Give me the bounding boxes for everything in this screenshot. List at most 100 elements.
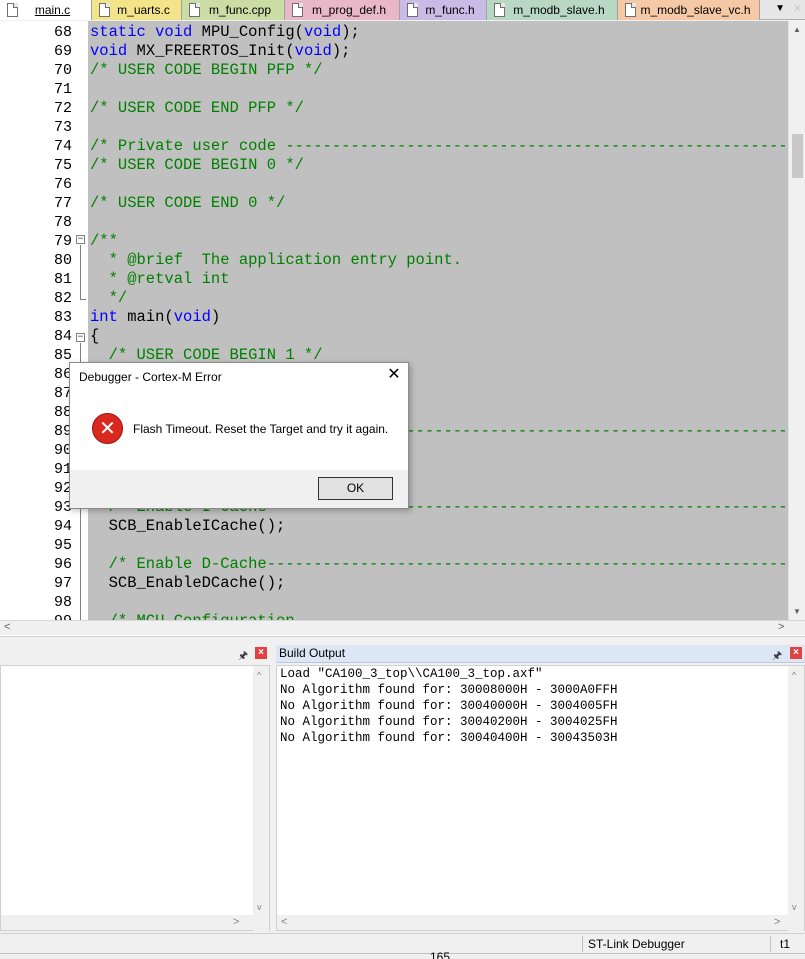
dialog-title: Debugger - Cortex-M Error (79, 370, 222, 384)
close-icon[interactable]: × (255, 647, 267, 659)
keyword-token: void (90, 42, 128, 60)
status-bar: ST-Link Debugger t1 (0, 933, 805, 953)
line-number: 80 (53, 252, 72, 269)
line-number: 86 (53, 366, 72, 383)
ok-button[interactable]: OK (318, 477, 393, 500)
scroll-up-icon[interactable]: ^ (257, 670, 261, 680)
tab-m-func-cpp[interactable]: m_func.cpp (182, 0, 285, 20)
line-number: 85 (53, 347, 72, 364)
left-panel-vertical-scrollbar[interactable]: ^ v (253, 666, 269, 932)
editor-horizontal-scrollbar[interactable]: < > (0, 620, 805, 635)
scroll-right-icon[interactable]: > (774, 916, 780, 928)
code-line: static void MPU_Config(void); (90, 23, 360, 42)
scroll-left-icon[interactable]: < (281, 916, 287, 928)
comment-token: /* Private user code -------------------… (90, 137, 788, 155)
line-number: 88 (53, 404, 72, 421)
build-output-header: Build Output 🖈 × (276, 645, 805, 663)
code-token: ); (331, 42, 351, 60)
build-output-line: No Algorithm found for: 30040400H - 3004… (280, 731, 618, 745)
code-token: MX_FREERTOS_Init( (127, 42, 295, 60)
code-token: main( (117, 308, 174, 326)
build-output-vertical-scrollbar[interactable]: ^ v (788, 666, 804, 932)
scroll-left-icon[interactable]: < (4, 621, 10, 633)
line-number: 69 (53, 43, 72, 60)
code-line: /* USER CODE END PFP */ (90, 99, 304, 118)
close-tab-icon[interactable]: × (794, 1, 801, 15)
build-output-panel: Build Output 🖈 × Load "CA100_3_top\\CA10… (276, 645, 805, 932)
line-number: 79 (53, 233, 72, 250)
close-icon[interactable]: × (790, 647, 802, 659)
line-number: 84 (53, 328, 72, 345)
left-panel-horizontal-scrollbar[interactable]: > (1, 915, 253, 930)
line-number: 97 (53, 575, 72, 592)
build-output-horizontal-scrollbar[interactable]: < > (277, 915, 789, 930)
editor-vertical-scrollbar[interactable]: ▲ ▼ (788, 21, 805, 620)
line-number: 71 (53, 81, 72, 98)
code-line: /* Private user code -------------------… (90, 137, 788, 156)
scroll-right-icon[interactable]: > (778, 621, 784, 633)
tab-m-uarts-c[interactable]: m_uarts.c (92, 0, 182, 20)
tab-label: m_uarts.c (117, 3, 170, 17)
build-output-content[interactable]: Load "CA100_3_top\\CA100_3_top.axf" No Al… (276, 665, 805, 932)
line-number: 89 (53, 423, 72, 440)
line-number: 74 (53, 138, 72, 155)
left-panel-content: ^ v > (0, 665, 270, 932)
build-output-line: No Algorithm found for: 30008000H - 3000… (280, 683, 618, 697)
code-line: /* MCU Configuration--------------------… (90, 612, 788, 620)
code-line: */ (90, 289, 128, 308)
tab-m-prog-def-h[interactable]: m_prog_def.h (285, 0, 400, 20)
comment-token: /* MCU Configuration--------------------… (90, 612, 788, 620)
bottom-line-number: 165 (430, 950, 451, 959)
error-dialog: Debugger - Cortex-M Error ✕ ✕ Flash Time… (69, 362, 409, 509)
build-output-line: Load "CA100_3_top\\CA100_3_top.axf" (280, 667, 543, 681)
line-number: 96 (53, 556, 72, 573)
keyword-token: void (155, 23, 193, 41)
scroll-down-icon[interactable]: ▼ (793, 607, 801, 616)
build-output-line: No Algorithm found for: 30040200H - 3004… (280, 715, 618, 729)
bottom-strip (0, 953, 805, 959)
scroll-thumb[interactable] (792, 134, 803, 178)
code-token: ); (341, 23, 360, 41)
status-divider (770, 936, 771, 952)
tab-list-dropdown-icon[interactable]: ▼ (775, 3, 785, 14)
tab-m-func-h[interactable]: m_func.h (400, 0, 487, 20)
pin-icon[interactable]: 🖈 (772, 647, 782, 666)
pin-icon[interactable]: 🖈 (238, 647, 248, 666)
build-output-title: Build Output (279, 646, 346, 660)
code-line: /* USER CODE BEGIN PFP */ (90, 61, 323, 80)
tab-m-modb-slave-vc-h[interactable]: m_modb_slave_vc.h (618, 0, 760, 20)
line-number: 78 (53, 214, 72, 231)
code-editor[interactable]: − − 68 69 70 71 72 73 74 75 76 77 78 79 80 81 82 83 84 85… (0, 21, 805, 636)
scroll-down-icon[interactable]: v (792, 902, 797, 912)
line-number: 82 (53, 290, 72, 307)
line-number: 81 (53, 271, 72, 288)
left-panel-header: 🖈 × (0, 645, 270, 663)
pane-splitter[interactable] (0, 636, 805, 644)
code-line: * @retval int (90, 270, 230, 289)
tab-label: m_modb_slave.h (513, 3, 605, 17)
comment-token: /* USER CODE END 0 */ (90, 194, 286, 212)
code-text-area[interactable]: static void MPU_Config(void); void MX_FRE… (88, 21, 788, 620)
scroll-right-icon[interactable]: > (233, 916, 239, 928)
code-line: /* USER CODE END 0 */ (90, 194, 285, 213)
code-token: { (90, 327, 100, 345)
comment-token: /** (90, 232, 118, 250)
fold-toggle-icon[interactable]: − (76, 235, 85, 244)
code-line: * @brief The application entry point. (90, 251, 462, 270)
scroll-down-icon[interactable]: v (257, 902, 262, 912)
code-line: /** (90, 232, 118, 251)
line-number: 72 (53, 100, 72, 117)
comment-token: * @brief The application entry point. (90, 251, 463, 269)
dialog-message: Flash Timeout. Reset the Target and try … (133, 422, 389, 436)
scroll-up-icon[interactable]: ▲ (793, 25, 801, 34)
dialog-footer: OK (70, 470, 408, 508)
tab-main-c[interactable]: main.c (0, 0, 92, 20)
scroll-up-icon[interactable]: ^ (792, 670, 796, 680)
keyword-token: int (90, 308, 118, 326)
line-number: 90 (53, 442, 72, 459)
line-number: 68 (53, 24, 72, 41)
status-divider (582, 936, 583, 952)
fold-toggle-icon[interactable]: − (76, 333, 85, 342)
close-icon[interactable]: ✕ (385, 365, 403, 385)
tab-m-modb-slave-h[interactable]: m_modb_slave.h (487, 0, 618, 20)
